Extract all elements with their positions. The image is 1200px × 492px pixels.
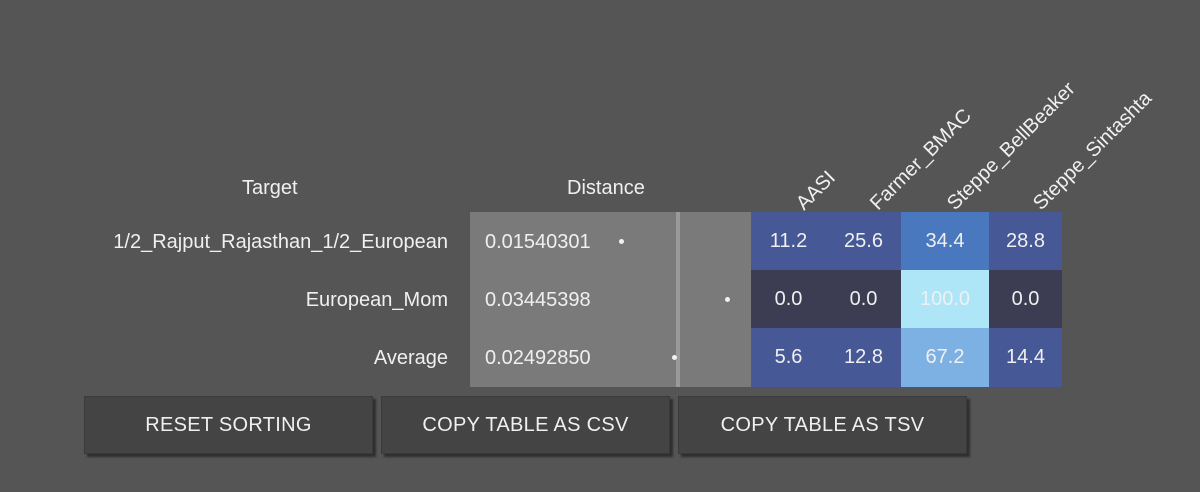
table-cell: 5.6 xyxy=(751,328,826,387)
table-cell: 14.4 xyxy=(989,328,1062,387)
table-cell: 28.8 xyxy=(989,212,1062,270)
distance-marker-dot xyxy=(672,355,677,360)
table-cell: 0.0 xyxy=(826,270,901,328)
distance-value: 0.02492850 xyxy=(485,347,591,369)
header-distance[interactable]: Distance xyxy=(567,177,645,200)
table-cell: 67.2 xyxy=(901,328,989,387)
copy-tsv-button[interactable]: COPY TABLE AS TSV xyxy=(678,396,967,454)
row-target-label: 1/2_Rajput_Rajasthan_1/2_European xyxy=(113,231,448,253)
distance-marker-dot xyxy=(725,297,730,302)
table-cell: 11.2 xyxy=(751,212,826,270)
distance-marker-dot xyxy=(619,239,624,244)
table-cell: 25.6 xyxy=(826,212,901,270)
table-cell: 12.8 xyxy=(826,328,901,387)
row-target-label: European_Mom xyxy=(305,289,448,311)
table-cell: 0.0 xyxy=(989,270,1062,328)
header-col-aasi[interactable]: AASI xyxy=(792,167,840,215)
table-cell: 100.0 xyxy=(901,270,989,328)
distance-value: 0.03445398 xyxy=(485,289,591,311)
copy-csv-button[interactable]: COPY TABLE AS CSV xyxy=(381,396,670,454)
table-cell: 0.0 xyxy=(751,270,826,328)
reset-sorting-button[interactable]: RESET SORTING xyxy=(84,396,373,454)
row-target-label: Average xyxy=(373,347,448,369)
table-cell: 34.4 xyxy=(901,212,989,270)
distance-divider xyxy=(676,212,680,387)
distance-value: 0.01540301 xyxy=(485,231,591,253)
header-target[interactable]: Target xyxy=(242,177,298,200)
